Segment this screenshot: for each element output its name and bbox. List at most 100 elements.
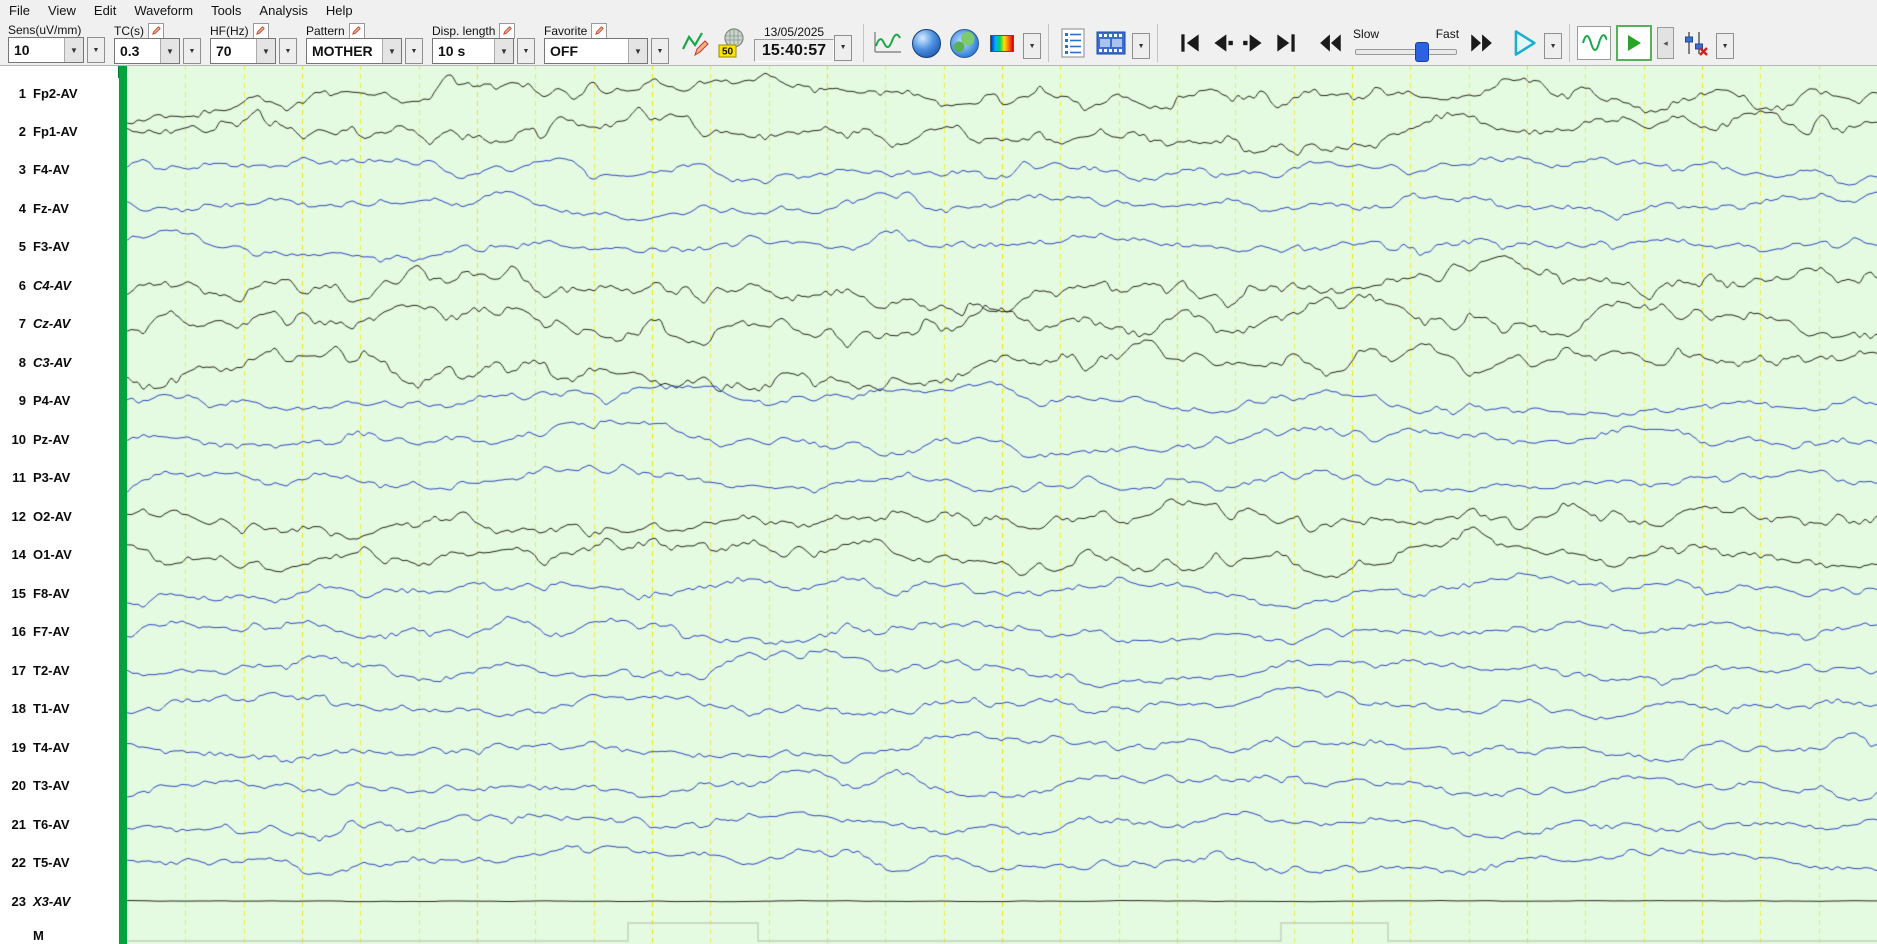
favorite-combobox[interactable]: OFF ▼ [544, 38, 648, 64]
channel-label: P4-AV [33, 393, 71, 409]
channel-label: F4-AV [33, 162, 70, 178]
menu-item-file[interactable]: File [0, 1, 39, 20]
play-button[interactable] [1505, 26, 1543, 60]
hf-mini-dropdown[interactable]: ▼ [279, 38, 297, 64]
channel-row[interactable]: 5 F3-AV [0, 238, 119, 256]
channel-row[interactable]: 23 X3-AV [0, 892, 119, 910]
map-mini-dropdown[interactable]: ▼ [1023, 33, 1042, 59]
chevron-down-icon[interactable]: ▼ [628, 39, 647, 63]
chevron-down-icon[interactable]: ▼ [382, 39, 401, 63]
video-mini-dropdown[interactable]: ▼ [1132, 33, 1151, 59]
hf-combobox[interactable]: 70 ▼ [210, 38, 276, 64]
edit-pencil-icon[interactable] [348, 22, 365, 39]
menu-item-view[interactable]: View [39, 1, 85, 20]
collapse-toolbar-button[interactable]: ◂ [1657, 27, 1675, 59]
channel-number: 9 [18, 393, 26, 409]
datetime-display: 13/05/2025 15:40:57 [754, 25, 835, 62]
channel-row[interactable]: 20 T3-AV [0, 777, 119, 795]
channel-row[interactable]: 8 C3-AV [0, 353, 119, 371]
menu-item-help[interactable]: Help [317, 1, 362, 20]
chevron-down-icon[interactable]: ▼ [160, 39, 179, 63]
sens-value: 10 [14, 42, 30, 58]
edit-pencil-icon[interactable] [499, 22, 516, 39]
channel-number: 2 [18, 123, 26, 139]
sens-label: Sens(uV/mm) [8, 23, 82, 37]
live-play-button[interactable] [1616, 25, 1653, 61]
speed-slider-handle[interactable] [1414, 41, 1429, 62]
chevron-down-icon[interactable]: ▼ [256, 39, 275, 63]
trend-wave-button[interactable] [871, 25, 905, 61]
skip-to-end-button[interactable] [1271, 28, 1301, 58]
favorite-label: Favorite [544, 23, 588, 38]
favorite-mini-dropdown[interactable]: ▼ [651, 38, 669, 64]
channel-label: T2-AV [33, 662, 70, 678]
fast-forward-button[interactable] [1466, 28, 1496, 58]
channel-row[interactable]: 7 Cz-AV [0, 315, 119, 333]
edit-pencil-icon[interactable] [591, 22, 608, 39]
play-mini-dropdown[interactable]: ▼ [1544, 33, 1563, 59]
brain-map-sphere-icon[interactable] [909, 25, 943, 61]
chevron-down-icon[interactable]: ▼ [494, 39, 513, 63]
channel-number: 7 [18, 316, 26, 332]
rewind-button[interactable] [1316, 28, 1346, 58]
pattern-combobox[interactable]: MOTHER ▼ [306, 38, 402, 64]
channel-row[interactable]: 10 Pz-AV [0, 430, 119, 448]
channel-row[interactable]: 12 O2-AV [0, 507, 119, 525]
menu-bar: File View Edit Waveform Tools Analysis Help [0, 0, 1877, 21]
channel-label: Fp1-AV [33, 123, 78, 139]
skip-to-start-button[interactable] [1175, 28, 1205, 58]
montage-settings-button[interactable] [1679, 27, 1711, 59]
channel-row[interactable]: 15 F8-AV [0, 584, 119, 602]
channel-row[interactable]: 6 C4-AV [0, 276, 119, 294]
playback-speed-slider[interactable]: Slow Fast [1353, 27, 1459, 62]
channel-number: 20 [11, 778, 26, 794]
settings-mini-dropdown[interactable]: ▼ [1716, 33, 1735, 59]
pattern-mini-dropdown[interactable]: ▼ [405, 38, 423, 64]
colormap-icon[interactable] [985, 25, 1019, 61]
channel-row[interactable]: 4 Fz-AV [0, 199, 119, 217]
annotation-list-button[interactable] [1056, 25, 1090, 61]
tc-label: TC(s) [114, 23, 144, 38]
wave-edit-button[interactable] [678, 25, 712, 61]
channel-row[interactable]: 14 O1-AV [0, 546, 119, 564]
disp-length-mini-dropdown[interactable]: ▼ [517, 38, 535, 64]
channel-row[interactable]: 18 T1-AV [0, 700, 119, 718]
channel-row[interactable]: 17 T2-AV [0, 661, 119, 679]
channel-label: M [33, 927, 44, 943]
sens-combobox[interactable]: 10 ▼ [8, 37, 84, 63]
menu-item-waveform[interactable]: Waveform [125, 1, 202, 20]
sens-mini-dropdown[interactable]: ▼ [87, 37, 105, 63]
channel-row[interactable]: 9 P4-AV [0, 392, 119, 410]
notch-filter-50hz-button[interactable]: 50 [716, 25, 750, 61]
time-mini-dropdown[interactable]: ▼ [834, 34, 853, 61]
page-forward-button[interactable] [1239, 28, 1269, 58]
edit-pencil-icon[interactable] [148, 22, 164, 39]
video-filmstrip-button[interactable] [1094, 25, 1128, 61]
eeg-workspace: 1 Fp2-AV 2 Fp1-AV 3 F4-AV 4 Fz-AV 5 F3-AV 6 C4-AV 7 C… [0, 65, 1877, 944]
marker-channel-row[interactable]: M [0, 926, 119, 944]
topography-globe-icon[interactable] [947, 25, 981, 61]
tc-combobox[interactable]: 0.3 ▼ [114, 38, 180, 64]
waveform-canvas[interactable] [127, 65, 1877, 944]
channel-row[interactable]: 3 F4-AV [0, 161, 119, 179]
channel-row[interactable]: 19 T4-AV [0, 738, 119, 756]
channel-row[interactable]: 2 Fp1-AV [0, 122, 119, 140]
channel-row[interactable]: 16 F7-AV [0, 623, 119, 641]
toolbar-separator [863, 24, 865, 62]
channel-row[interactable]: 22 T5-AV [0, 854, 119, 872]
tc-group: TC(s) 0.3 ▼ ▼ [114, 22, 201, 64]
menu-item-analysis[interactable]: Analysis [250, 1, 316, 20]
channel-row[interactable]: 21 T6-AV [0, 815, 119, 833]
channel-row[interactable]: 11 P3-AV [0, 469, 119, 487]
wave-window-button[interactable] [1577, 26, 1612, 60]
tc-mini-dropdown[interactable]: ▼ [183, 38, 201, 64]
channel-row[interactable]: 1 Fp2-AV [0, 84, 119, 102]
toolbar: Sens(uV/mm) 10 ▼ ▼ TC(s) 0.3 ▼ ▼ HF(Hz) [0, 21, 1877, 66]
page-back-button[interactable] [1207, 28, 1237, 58]
chevron-down-icon[interactable]: ▼ [64, 38, 83, 62]
edit-pencil-icon[interactable] [252, 22, 269, 39]
disp-length-combobox[interactable]: 10 s ▼ [432, 38, 514, 64]
speed-slider-track[interactable] [1353, 41, 1459, 62]
menu-item-edit[interactable]: Edit [85, 1, 125, 20]
menu-item-tools[interactable]: Tools [202, 1, 250, 20]
